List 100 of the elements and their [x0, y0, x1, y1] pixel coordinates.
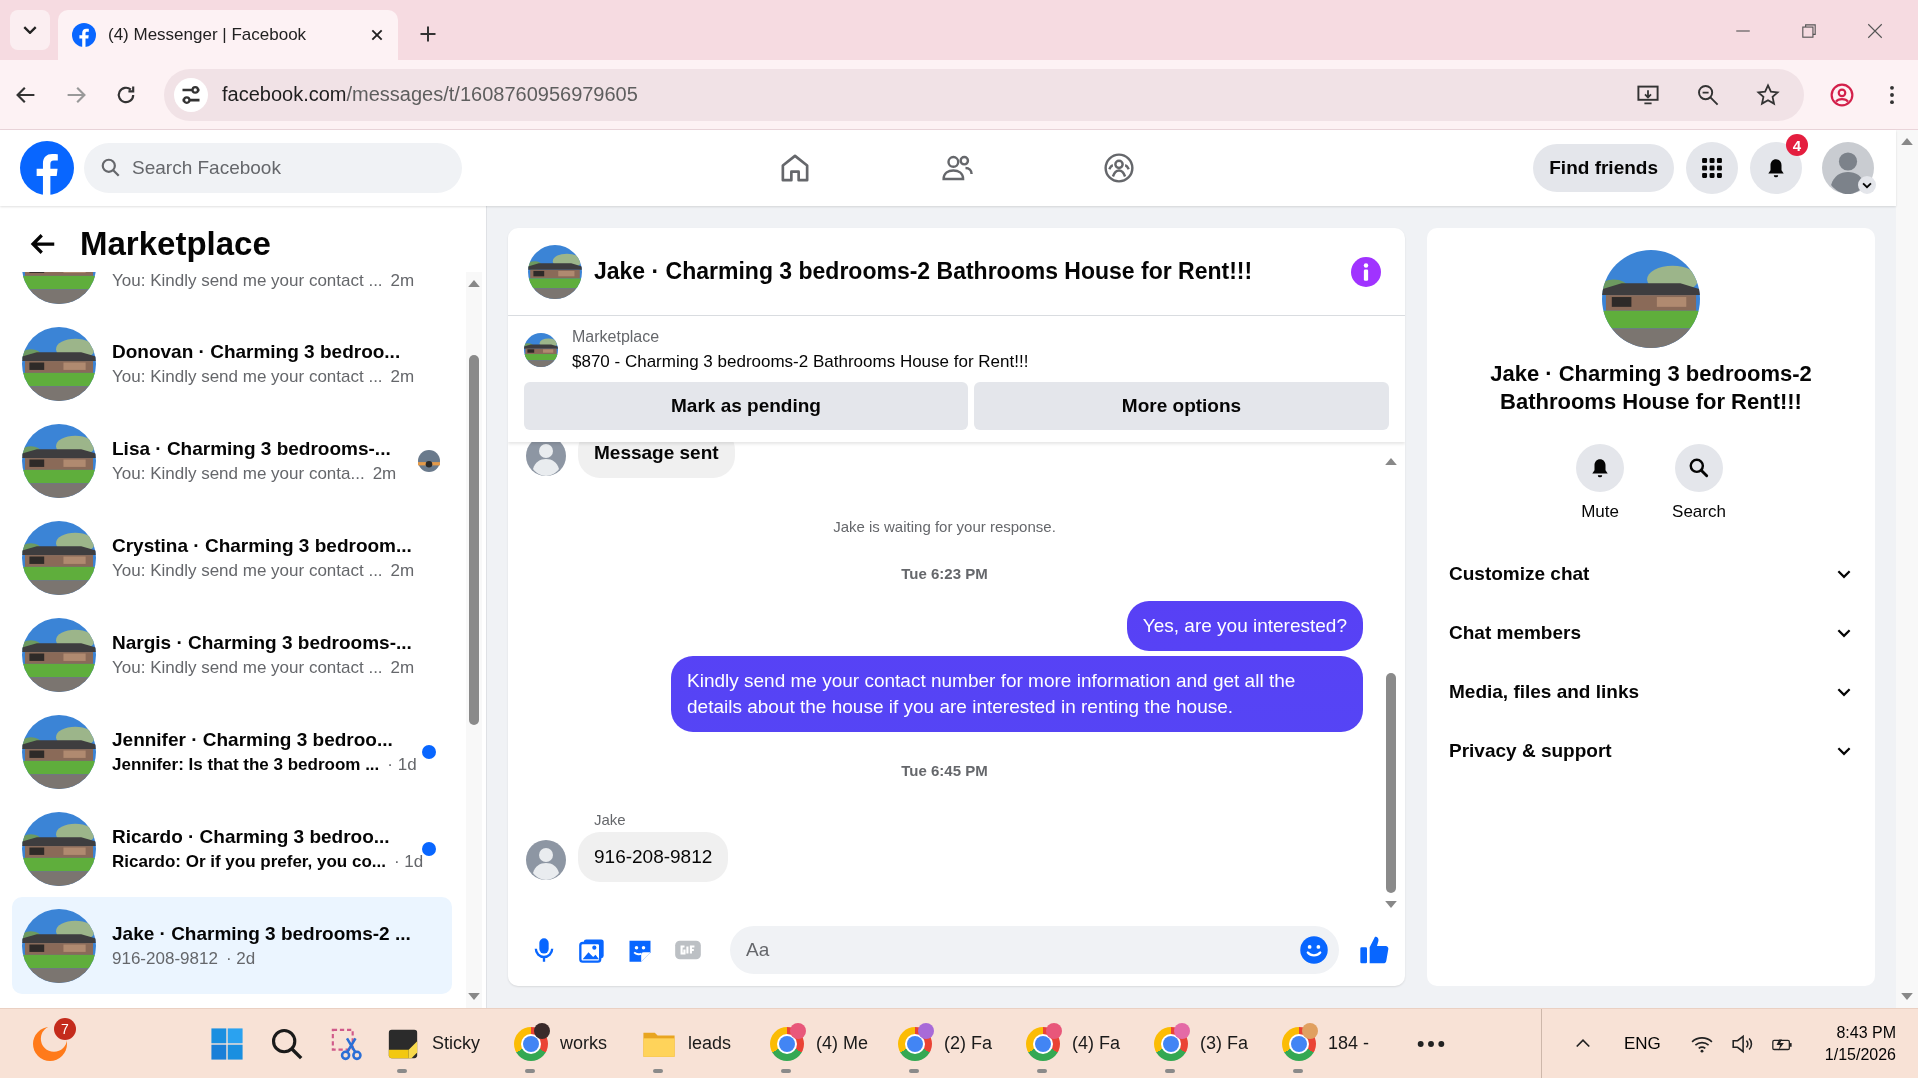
conversation-title: Lisa · Charming 3 bedrooms-... [112, 437, 392, 460]
section-header[interactable]: Media, files and links [1447, 662, 1855, 721]
taskbar-item[interactable]: leads [636, 1012, 758, 1075]
caret-icon[interactable] [1858, 176, 1876, 194]
message-time: 2m [390, 657, 415, 678]
scroll-down-icon[interactable] [1901, 993, 1913, 1000]
find-friends-button[interactable]: Find friends [1533, 144, 1674, 192]
message-preview: You: Kindly send me your contact ... [112, 657, 383, 678]
info-icon[interactable] [1351, 256, 1381, 287]
message-preview: Jennifer: Is that the 3 bedroom ... [112, 754, 380, 775]
conversation-item[interactable]: Donovan · Charming 3 bedroo... You: Kindly send me your contact ... 2m [12, 315, 452, 412]
browser-icon [1282, 1026, 1316, 1061]
conversation-item[interactable]: Ricardo · Charming 3 bedroo... Ricardo: Or if you prefer, you co... · 1d [12, 800, 452, 897]
search-field[interactable]: Search Facebook [84, 143, 462, 193]
scroll-up-icon[interactable] [1901, 138, 1913, 145]
message-preview: You: Kindly send me your contact ... [112, 366, 383, 387]
conversation-item[interactable]: Lisa · Charming 3 bedrooms-... You: Kindly send me your conta... 2m [12, 412, 452, 509]
scrollbar[interactable] [1896, 130, 1918, 1008]
notifications-button[interactable] [1750, 142, 1802, 194]
bell-icon [1765, 157, 1787, 179]
action-label: Search [1672, 502, 1726, 522]
close-icon[interactable] [370, 28, 384, 42]
message-preview: You: Kindly send me your contact ... [112, 560, 383, 581]
listing-action-button[interactable]: Mark as pending [524, 382, 968, 430]
conversation-title: Jake · Charming 3 bedrooms-2 Bathrooms House for Rent!!! [1489, 360, 1813, 416]
new-tab-icon[interactable] [418, 24, 438, 44]
conversation-item[interactable]: Jake · Charming 3 bedrooms-2 ... 916-208-9812 · 2d [12, 897, 452, 994]
tab-list-button[interactable] [10, 10, 50, 50]
browser-tab[interactable]: (4) Messenger | Facebook [58, 10, 398, 60]
conversation-item[interactable]: You: Kindly send me your contact ... 2m [12, 272, 452, 315]
apps-button[interactable] [1686, 142, 1738, 194]
message-time: 2m [390, 366, 415, 387]
speaker-icon[interactable] [1730, 1033, 1753, 1054]
language-indicator[interactable]: ENG [1623, 1033, 1661, 1054]
zoom-icon[interactable] [1696, 82, 1720, 107]
conversation-title: Crystina · Charming 3 bedroom... [112, 534, 413, 557]
more-icon [1417, 1039, 1445, 1048]
conversation-item[interactable]: Crystina · Charming 3 bedroom... You: Kindly send me your contact ... 2m [12, 509, 452, 606]
section-header[interactable]: Customize chat [1447, 544, 1855, 603]
message-preview: You: Kindly send me your contact ... [112, 272, 383, 291]
scroll-up-icon[interactable] [1385, 458, 1397, 465]
conversation-item[interactable]: Nargis · Charming 3 bedrooms-... You: Kindly send me your contact ... 2m [12, 606, 452, 703]
emoji-icon[interactable] [1299, 935, 1329, 965]
address-bar[interactable]: facebook.com/messages/t/1608760956979605 [164, 68, 1804, 121]
clock-time[interactable]: 8:43 PM [1836, 1023, 1896, 1042]
message-bubble: Message sent [578, 442, 735, 478]
action-label: Mute [1581, 502, 1619, 522]
avatar-icon[interactable] [1822, 142, 1874, 194]
conversation-title: Jennifer · Charming 3 bedroo... [112, 728, 394, 751]
windows-icon [210, 1026, 244, 1061]
running-indicator [653, 1068, 663, 1073]
conversation-item[interactable]: Jennifer · Charming 3 bedroo... Jennifer: Is that the 3 bedroom ... · 1d [12, 703, 452, 800]
restore-icon[interactable] [1800, 22, 1818, 40]
mute-button[interactable] [1576, 444, 1625, 492]
section-header[interactable]: Privacy & support [1447, 721, 1855, 780]
f-logo-icon[interactable] [20, 141, 74, 195]
running-indicator [1293, 1068, 1303, 1073]
chat-title: Jake · Charming 3 bedrooms-2 Bathrooms House for Rent!!! [594, 258, 1253, 285]
taskbar-item[interactable]: 184 - [1276, 1012, 1398, 1075]
taskbar-item[interactable]: (2) Fa [892, 1012, 1014, 1075]
notification-badge: 4 [1786, 134, 1808, 156]
message-time: · 2d [225, 948, 256, 969]
scroll-up-icon[interactable] [468, 280, 480, 287]
groups-icon[interactable] [1102, 151, 1136, 185]
conversation-title: Ricardo · Charming 3 bedroo... [112, 825, 391, 848]
search-icon [1688, 457, 1710, 479]
message-field[interactable]: Aa [730, 926, 1339, 974]
profile-icon[interactable] [1830, 82, 1854, 107]
search-button[interactable] [1675, 444, 1723, 492]
taskbar-item[interactable]: Sticky [380, 1012, 502, 1075]
running-indicator [397, 1068, 407, 1073]
conversation-title: Donovan · Charming 3 bedroo... [112, 340, 402, 363]
message-time: 2m [390, 272, 415, 291]
browser-icon [770, 1026, 804, 1061]
browser-icon [1026, 1026, 1060, 1061]
message-bubble: Kindly send me your contact number for more information and get all the details about the house if you are interested in renting the house. [671, 656, 1363, 732]
clock-date[interactable]: 1/15/2026 [1824, 1045, 1896, 1064]
f-logo-icon [72, 23, 96, 47]
taskbar-item[interactable]: (4) Me [764, 1012, 886, 1075]
message-time: 2m [390, 560, 415, 581]
site-settings-icon[interactable] [174, 77, 208, 112]
running-indicator [525, 1068, 535, 1073]
message-time: 2m [372, 463, 397, 484]
scrollbar[interactable] [466, 272, 482, 1008]
scroll-down-icon[interactable] [1385, 901, 1397, 908]
taskbar-item[interactable]: (3) Fa [1148, 1012, 1270, 1075]
section-header[interactable]: Chat members [1447, 603, 1855, 662]
scissors-icon [330, 1026, 364, 1061]
message-preview: 916-208-9812 [112, 948, 218, 969]
star-icon[interactable] [1756, 82, 1780, 107]
scroll-down-icon[interactable] [468, 993, 480, 1000]
avatar-icon [526, 442, 566, 476]
message-preview: You: Kindly send me your conta... [112, 463, 365, 484]
taskbar-item[interactable]: (4) Fa [1020, 1012, 1142, 1075]
taskbar-item[interactable]: works [508, 1012, 630, 1075]
thumbs-up-icon[interactable] [1359, 934, 1391, 966]
listing-action-button[interactable]: More options [974, 382, 1389, 430]
search-icon [100, 157, 122, 179]
sidebar-title: Marketplace [80, 225, 271, 263]
browser-icon [514, 1026, 548, 1061]
